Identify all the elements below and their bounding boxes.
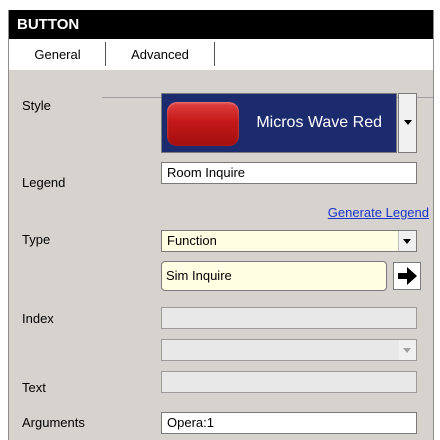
style-dropdown-button[interactable] xyxy=(398,93,417,153)
index-select xyxy=(161,339,417,361)
index-label: Index xyxy=(22,311,54,326)
arguments-input[interactable]: Opera:1 xyxy=(161,412,417,434)
tab-general[interactable]: General xyxy=(13,42,102,68)
type-select[interactable]: Function xyxy=(161,230,417,252)
arguments-label: Arguments xyxy=(22,415,85,430)
type-label: Type xyxy=(22,232,51,247)
style-name: Micros Wave Red xyxy=(256,114,382,131)
legend-label: Legend xyxy=(22,175,66,190)
style-selector[interactable]: Micros Wave Red xyxy=(161,93,397,153)
index-dropdown-button xyxy=(399,340,416,360)
chevron-down-icon xyxy=(403,348,411,353)
arrow-right-icon xyxy=(398,267,417,285)
chevron-down-icon xyxy=(403,239,411,244)
button-properties-panel: BUTTON General Advanced Style Micros Wav… xyxy=(8,10,434,440)
type-select-value: Function xyxy=(167,233,217,248)
type-dropdown-button[interactable] xyxy=(398,231,416,251)
panel-header: BUTTON xyxy=(9,10,433,39)
text-input xyxy=(161,371,417,393)
tab-bar: General Advanced xyxy=(9,39,433,98)
function-selector[interactable]: Sim Inquire xyxy=(161,261,387,291)
tab-divider xyxy=(214,42,215,66)
tab-divider xyxy=(105,42,106,66)
tab-advanced[interactable]: Advanced xyxy=(109,42,211,68)
index-input xyxy=(161,307,417,329)
legend-input[interactable]: Room Inquire xyxy=(161,162,417,184)
text-label: Text xyxy=(22,380,46,395)
chevron-down-icon xyxy=(404,120,412,125)
function-goto-button[interactable] xyxy=(393,262,421,290)
style-label: Style xyxy=(22,98,51,113)
generate-legend-link[interactable]: Generate Legend xyxy=(328,205,429,220)
style-swatch-preview xyxy=(167,102,239,146)
